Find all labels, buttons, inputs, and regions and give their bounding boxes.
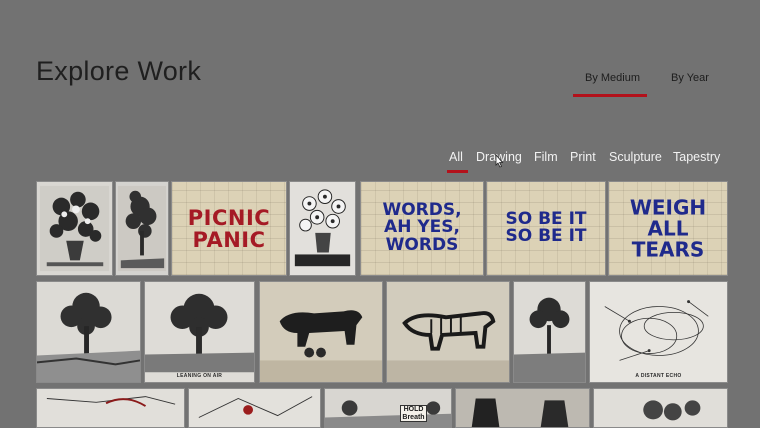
filter-all[interactable]: All — [449, 150, 463, 164]
mouse-pointer-icon — [495, 154, 504, 168]
artwork-tile-flower-bouquet[interactable] — [289, 181, 356, 276]
slogan-line: WORDS — [385, 235, 459, 256]
artwork-tile-coffee-pots[interactable] — [455, 388, 590, 428]
filter-print[interactable]: Print — [570, 150, 596, 164]
artwork-tile-tree-landscape[interactable] — [513, 281, 586, 383]
scribble-diagram-drawing — [604, 300, 709, 361]
hold-breath-sign: HOLD Breath — [400, 405, 427, 423]
active-filter-underline — [447, 170, 468, 173]
leaning-tree-drawing — [145, 293, 254, 373]
artwork-tile-tree[interactable] — [115, 181, 169, 276]
artwork-tile-landscape-tree[interactable] — [36, 281, 141, 383]
slogan-line: SO BE IT — [505, 226, 587, 247]
slogan-picnic-panic: PICNIC PANIC — [172, 206, 286, 250]
sign-line: HOLD — [403, 406, 424, 413]
sign-line: Breath — [402, 413, 425, 421]
landscape-sign-drawing — [325, 400, 451, 427]
tab-by-medium[interactable]: By Medium — [585, 72, 640, 84]
artwork-tile-network-drawing[interactable] — [188, 388, 321, 428]
tree-drawing — [117, 185, 167, 272]
tree-landscape-drawing — [514, 297, 585, 382]
artwork-tile-picnic-panic[interactable]: PICNIC PANIC — [171, 181, 287, 276]
slogan-line: AH YES, — [384, 217, 460, 238]
slogan-line: ALL — [647, 216, 689, 240]
artwork-caption: A DISTANT ECHO — [635, 373, 682, 379]
slogan-line: PICNIC — [187, 205, 271, 230]
filter-tapestry[interactable]: Tapestry — [673, 150, 720, 164]
view-mode-tabs: By Medium By Year — [572, 72, 722, 100]
slogan-words-ah-yes-words: WORDS, AH YES, WORDS — [361, 201, 483, 256]
slogan-line: TEARS — [631, 237, 705, 261]
artwork-tile-map-drawing[interactable] — [36, 388, 185, 428]
filter-film[interactable]: Film — [534, 150, 558, 164]
slogan-so-be-it: SO BE IT SO BE IT — [487, 210, 605, 247]
artwork-tile-distant-echo[interactable]: A DISTANT ECHO — [589, 281, 728, 383]
slogan-line: WEIGH — [629, 195, 707, 219]
artwork-tile-so-be-it[interactable]: SO BE IT SO BE IT — [486, 181, 606, 276]
artwork-caption: LEANING ON AIR — [176, 373, 223, 379]
active-tab-underline — [573, 94, 647, 97]
artwork-tile-weigh-all-tears[interactable]: WEIGH ALL TEARS — [608, 181, 728, 276]
map-drawing — [46, 396, 176, 407]
artwork-tile-she-wolf[interactable] — [259, 281, 383, 383]
flower-vase-drawing — [39, 185, 110, 272]
tab-by-year[interactable]: By Year — [671, 72, 709, 84]
artwork-tile-flower-vase[interactable] — [36, 181, 113, 276]
artwork-tile-skeleton[interactable] — [386, 281, 510, 383]
artwork-tile-leaning-on-air[interactable]: LEANING ON AIR — [144, 281, 255, 383]
artwork-tile-hold-breath[interactable]: HOLD Breath — [324, 388, 452, 428]
skeleton-drawing — [387, 311, 509, 382]
slogan-weigh-all-tears: WEIGH ALL TEARS — [609, 197, 727, 260]
filter-sculpture[interactable]: Sculpture — [609, 150, 662, 164]
slogan-line: PANIC — [192, 227, 266, 252]
page-title: Explore Work — [36, 56, 202, 86]
artwork-tile-branches[interactable] — [593, 388, 728, 428]
network-drawing — [198, 396, 313, 418]
artwork-tile-words-ah-yes-words[interactable]: WORDS, AH YES, WORDS — [360, 181, 484, 276]
bouquet-drawing — [294, 189, 351, 267]
landscape-tree-drawing — [37, 292, 140, 382]
coffee-pots-drawing — [471, 398, 569, 427]
she-wolf-drawing — [260, 310, 382, 382]
branches-drawing — [643, 400, 701, 421]
